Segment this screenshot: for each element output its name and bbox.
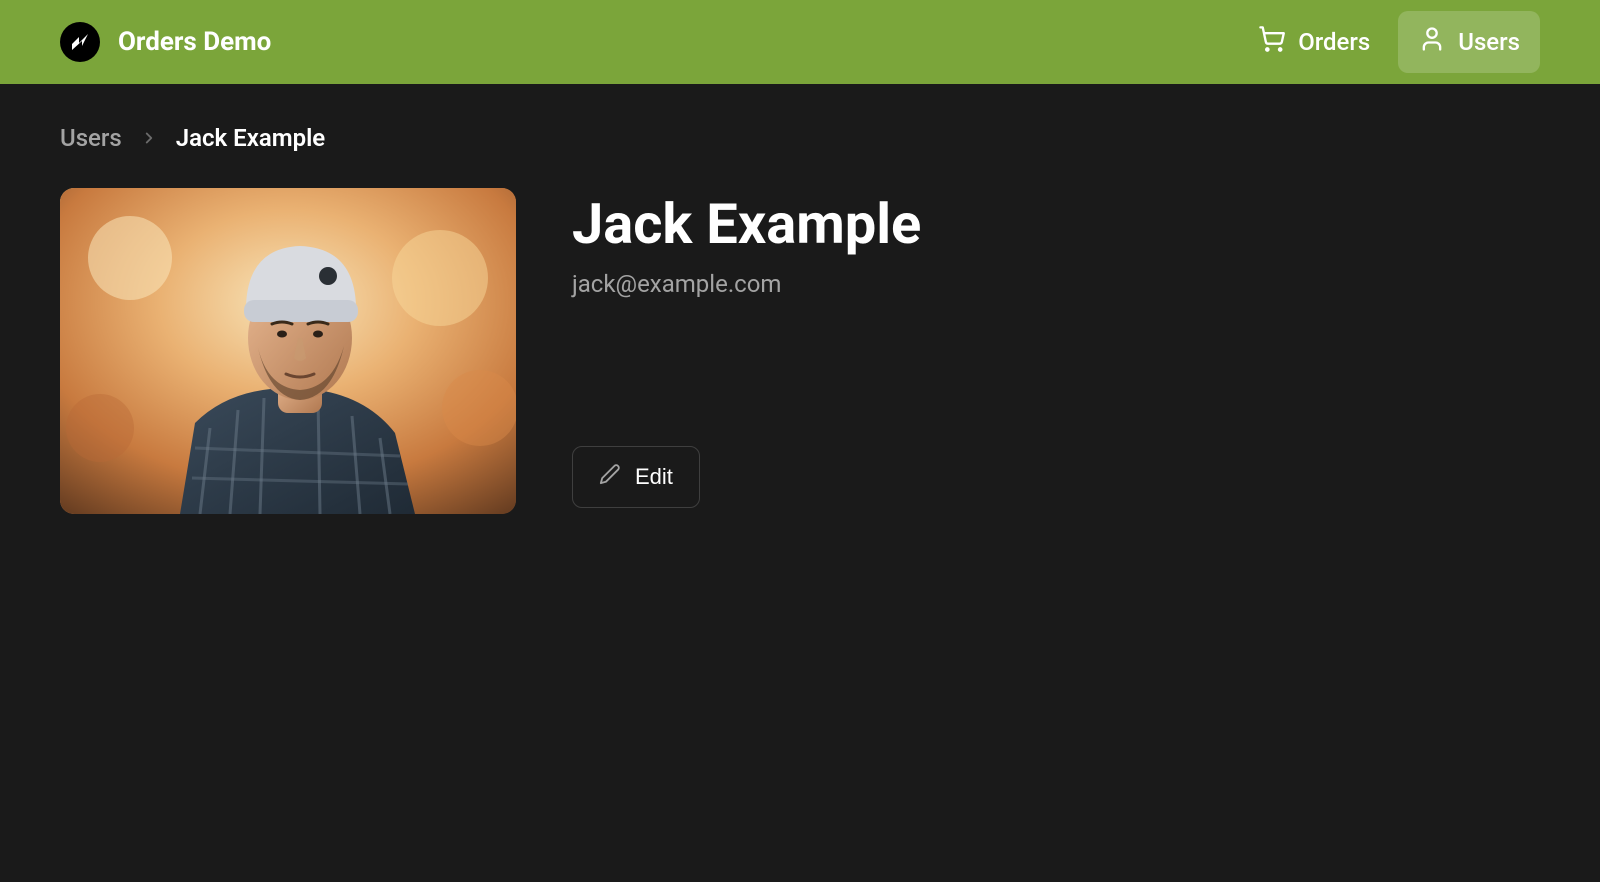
main-nav: Orders Users — [1238, 11, 1540, 73]
brand-title: Orders Demo — [118, 27, 271, 57]
breadcrumb: Users Jack Example — [60, 124, 1540, 152]
nav-label-orders: Orders — [1298, 28, 1370, 56]
brand[interactable]: Orders Demo — [60, 22, 271, 62]
profile-details: Jack Example jack@example.com Edit — [572, 188, 921, 514]
edit-button[interactable]: Edit — [572, 446, 700, 508]
breadcrumb-current: Jack Example — [176, 124, 325, 152]
nav-item-orders[interactable]: Orders — [1238, 11, 1390, 73]
user-icon — [1418, 25, 1446, 59]
main-content: Users Jack Example — [0, 84, 1600, 554]
profile-container: Jack Example jack@example.com Edit — [60, 188, 1540, 514]
chevron-right-icon — [140, 129, 158, 147]
nav-label-users: Users — [1458, 28, 1520, 56]
profile-email: jack@example.com — [572, 270, 921, 298]
profile-name: Jack Example — [572, 194, 921, 256]
app-header: Orders Demo Orders Users — [0, 0, 1600, 84]
nav-item-users[interactable]: Users — [1398, 11, 1540, 73]
edit-button-label: Edit — [635, 464, 673, 490]
pencil-icon — [599, 463, 621, 491]
cart-icon — [1258, 25, 1286, 59]
profile-avatar — [60, 188, 516, 514]
brand-logo-icon — [60, 22, 100, 62]
breadcrumb-parent-link[interactable]: Users — [60, 124, 122, 152]
